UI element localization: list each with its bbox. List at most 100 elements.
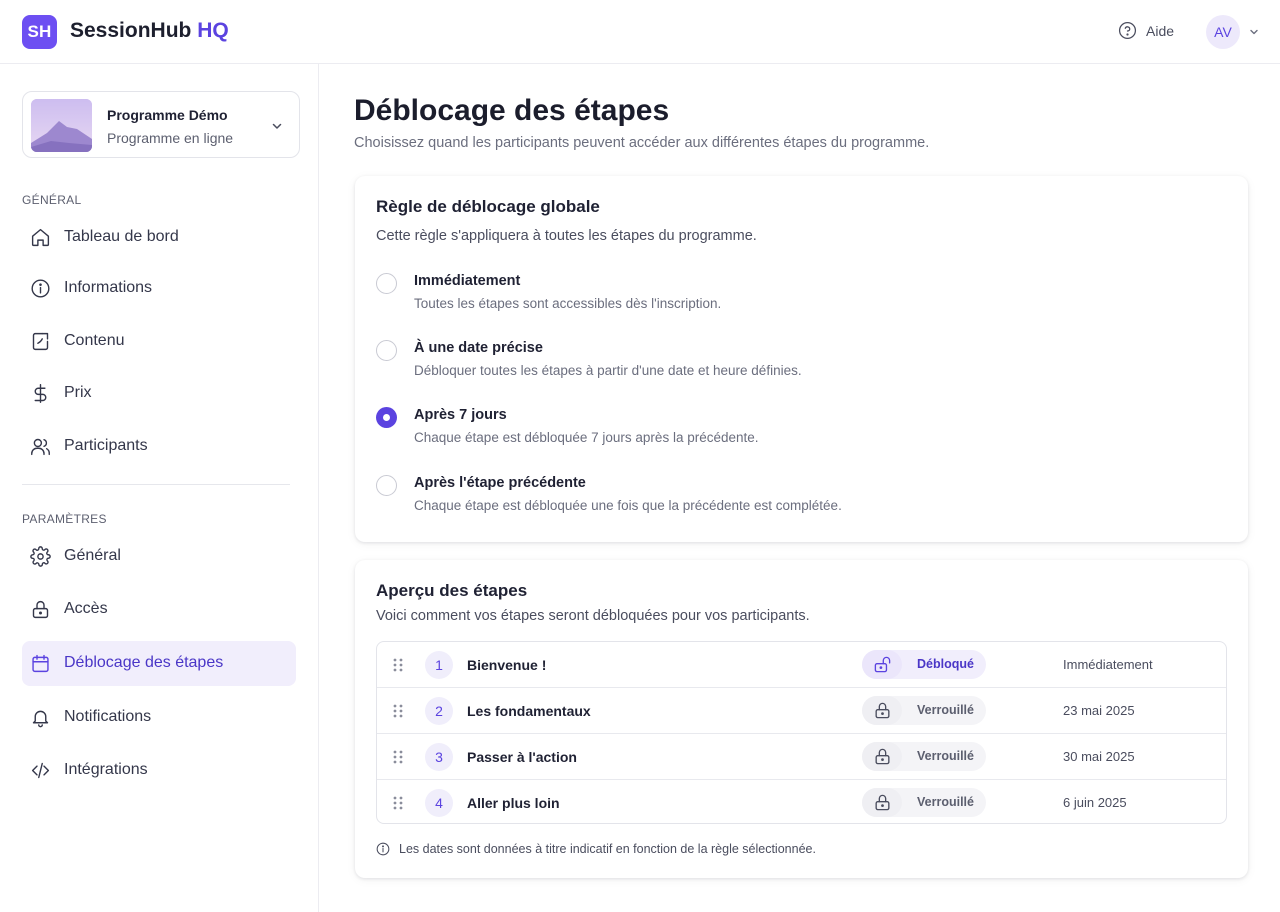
stage-name: Bienvenue ! <box>467 657 547 673</box>
program-thumbnail <box>31 99 92 152</box>
sidebar: Programme Démo Programme en ligne GÉNÉRA… <box>0 64 319 912</box>
help-button[interactable]: Aide <box>1118 21 1174 40</box>
status-label: Verrouillé <box>917 749 974 763</box>
app-name: SessionHub HQ <box>70 19 229 43</box>
drag-handle-icon[interactable] <box>392 703 404 719</box>
footnote: Les dates sont données à titre indicatif… <box>376 842 816 856</box>
stage-number: 2 <box>425 697 453 725</box>
status-label: Verrouillé <box>917 703 974 717</box>
lock-icon <box>32 600 49 619</box>
lock-icon <box>874 794 890 811</box>
radio-button-selected[interactable] <box>376 407 397 428</box>
stage-row[interactable]: 1 Bienvenue ! Débloqué Immédiatement <box>377 642 1226 688</box>
sidebar-item-label: Informations <box>64 279 153 296</box>
content-icon <box>32 332 49 351</box>
rule-option-specific-date[interactable]: À une date précise Débloquer toutes les … <box>376 340 1176 390</box>
option-description: Chaque étape est débloquée une fois que … <box>414 498 842 513</box>
radio-button[interactable] <box>376 340 397 361</box>
sidebar-item-participants[interactable]: Participants <box>22 424 296 469</box>
page-subtitle: Choisissez quand les participants peuven… <box>354 135 930 151</box>
status-badge: Débloqué <box>862 650 986 679</box>
drag-handle-icon[interactable] <box>392 657 404 673</box>
chevron-down-icon[interactable] <box>1248 26 1260 38</box>
option-description: Toutes les étapes sont accessibles dès l… <box>414 296 722 311</box>
option-title: Immédiatement <box>414 273 521 289</box>
sidebar-item-label: Déblocage des étapes <box>64 654 224 671</box>
gear-icon <box>30 546 51 567</box>
lock-icon <box>874 702 890 719</box>
program-name: Programme Démo <box>107 107 228 123</box>
info-icon <box>376 842 390 856</box>
users-icon <box>31 438 50 456</box>
rule-option-immediate[interactable]: Immédiatement Toutes les étapes sont acc… <box>376 273 1176 323</box>
code-icon <box>31 762 50 779</box>
rule-option-after-7-days[interactable]: Après 7 jours Chaque étape est débloquée… <box>376 407 1176 457</box>
chevron-down-icon <box>272 123 282 129</box>
lock-icon <box>874 748 890 765</box>
stage-name: Aller plus loin <box>467 795 560 811</box>
sidebar-item-notifications[interactable]: Notifications <box>22 695 296 740</box>
option-title: Après l'étape précédente <box>414 475 586 491</box>
calendar-icon <box>32 654 49 673</box>
drag-handle-icon[interactable] <box>392 795 404 811</box>
stage-row[interactable]: 2 Les fondamentaux Verrouillé 23 mai 202… <box>377 688 1226 734</box>
option-description: Chaque étape est débloquée 7 jours après… <box>414 430 759 445</box>
stages-preview-card: Aperçu des étapes Voici comment vos étap… <box>355 560 1248 878</box>
card-title: Règle de déblocage globale <box>376 197 600 216</box>
sidebar-item-label: Prix <box>64 384 92 401</box>
status-label: Verrouillé <box>917 795 974 809</box>
status-badge: Verrouillé <box>862 742 986 771</box>
dollar-icon <box>34 384 47 403</box>
sidebar-item-content[interactable]: Contenu <box>22 319 296 364</box>
drag-handle-icon[interactable] <box>392 749 404 765</box>
sidebar-item-access[interactable]: Accès <box>22 587 296 632</box>
status-label: Débloqué <box>917 657 974 671</box>
status-badge: Verrouillé <box>862 788 986 817</box>
sidebar-divider <box>22 484 290 485</box>
option-title: Après 7 jours <box>414 407 507 423</box>
section-label-settings: PARAMÈTRES <box>22 512 107 526</box>
stage-row[interactable]: 3 Passer à l'action Verrouillé 30 mai 20… <box>377 734 1226 780</box>
stage-date: 23 mai 2025 <box>1063 703 1135 718</box>
help-circle-icon <box>1118 21 1137 40</box>
option-title: À une date précise <box>414 340 543 356</box>
sidebar-item-price[interactable]: Prix <box>22 371 296 416</box>
status-badge: Verrouillé <box>862 696 986 725</box>
app-name-main: SessionHub <box>70 19 192 42</box>
mountain-image <box>31 99 92 152</box>
sidebar-item-stage-unlock[interactable]: Déblocage des étapes <box>22 641 296 686</box>
stages-list: 1 Bienvenue ! Débloqué Immédiatement 2 L… <box>376 641 1227 824</box>
stage-number: 3 <box>425 743 453 771</box>
program-subtitle: Programme en ligne <box>107 130 234 146</box>
option-description: Débloquer toutes les étapes à partir d'u… <box>414 363 802 378</box>
stage-row[interactable]: 4 Aller plus loin Verrouillé 6 juin 2025 <box>377 780 1226 823</box>
unlock-icon <box>874 656 890 673</box>
top-bar: SH SessionHub HQ Aide AV <box>0 0 1280 64</box>
card-subtitle: Cette règle s'appliquera à toutes les ét… <box>376 228 757 244</box>
card-subtitle: Voici comment vos étapes seront débloqué… <box>376 608 810 624</box>
sidebar-item-label: Intégrations <box>64 761 148 778</box>
program-selector[interactable]: Programme Démo Programme en ligne <box>22 91 300 158</box>
card-title: Aperçu des étapes <box>376 581 528 600</box>
logo-mark: SH <box>22 15 57 49</box>
sidebar-item-dashboard[interactable]: Tableau de bord <box>22 215 296 260</box>
sidebar-item-general[interactable]: Général <box>22 534 296 579</box>
sidebar-item-label: Participants <box>64 437 148 454</box>
home-icon <box>31 228 50 247</box>
info-icon <box>31 279 50 298</box>
sidebar-item-label: Tableau de bord <box>64 228 179 245</box>
radio-button[interactable] <box>376 475 397 496</box>
rule-option-after-previous[interactable]: Après l'étape précédente Chaque étape es… <box>376 475 1176 525</box>
stage-number: 4 <box>425 789 453 817</box>
sidebar-item-informations[interactable]: Informations <box>22 266 296 311</box>
radio-button[interactable] <box>376 273 397 294</box>
app-name-accent: HQ <box>197 19 229 42</box>
stage-name: Passer à l'action <box>467 749 577 765</box>
stage-number: 1 <box>425 651 453 679</box>
stage-date: 6 juin 2025 <box>1063 795 1127 810</box>
global-rule-card: Règle de déblocage globale Cette règle s… <box>355 176 1248 542</box>
avatar[interactable]: AV <box>1206 15 1240 49</box>
sidebar-item-integrations[interactable]: Intégrations <box>22 748 296 793</box>
help-label: Aide <box>1146 22 1175 39</box>
footnote-text: Les dates sont données à titre indicatif… <box>399 842 816 856</box>
